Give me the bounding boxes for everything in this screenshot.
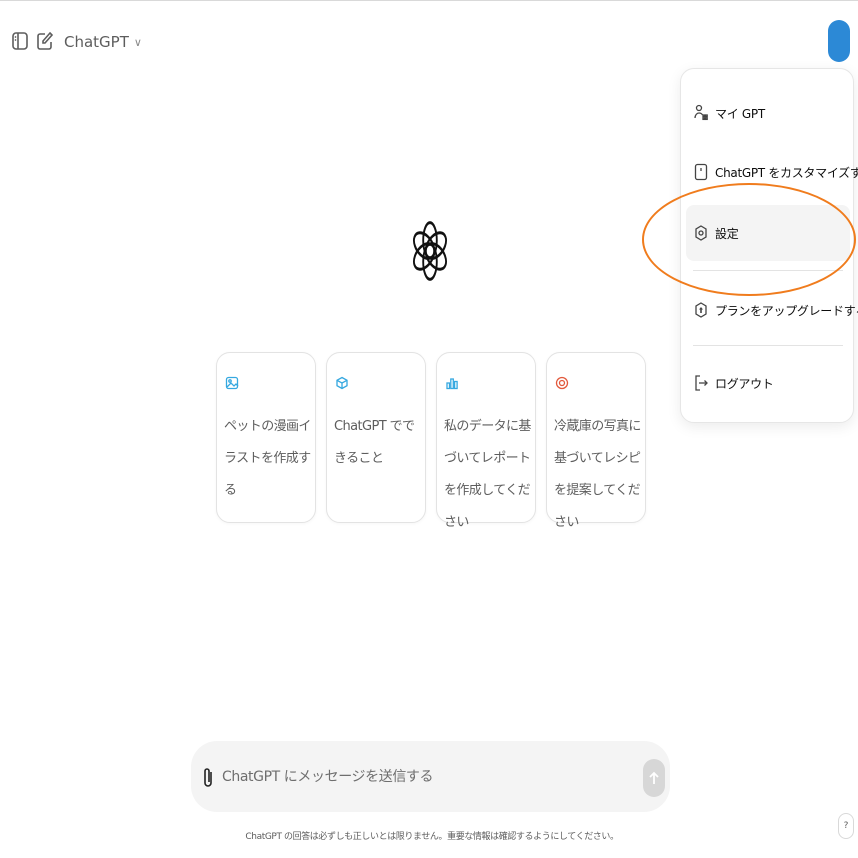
arrow-up-icon (649, 771, 659, 784)
chevron-down-icon: ∨ (133, 35, 142, 49)
user-menu: マイ GPT ChatGPT をカスタマイズする 設定 プランをアップグレードす… (680, 68, 858, 423)
menu-item-label: ChatGPT をカスタマイズする (715, 165, 858, 180)
suggestion-text: ペットの漫画イラストを作成する (224, 419, 311, 498)
model-name: ChatGPT (64, 33, 129, 51)
suggestion-card[interactable]: ChatGPT でできること (326, 352, 426, 523)
image-icon (225, 375, 239, 390)
menu-item-settings[interactable]: 設定 (686, 205, 850, 261)
paperclip-icon[interactable] (201, 766, 215, 790)
cube-icon (335, 375, 349, 390)
suggestion-card[interactable]: ペットの漫画イラストを作成する (216, 352, 316, 523)
menu-item-label: 設定 (715, 226, 739, 241)
logout-icon (694, 374, 708, 392)
suggestion-card[interactable]: 冷蔵庫の写真に基づいてレシピを提案してください (546, 352, 646, 530)
menu-item-customize[interactable]: ChatGPT をカスタマイズする (686, 144, 858, 200)
suggestion-text: 私のデータに基づいてレポートを作成してください (444, 419, 531, 530)
upgrade-icon (694, 301, 708, 319)
suggestion-text: 冷蔵庫の写真に基づいてレシピを提案してください (554, 419, 641, 530)
gear-icon (694, 224, 708, 242)
sidebar-toggle-icon[interactable] (11, 31, 29, 51)
menu-item-label: ログアウト (715, 376, 774, 391)
menu-divider (693, 345, 843, 346)
avatar[interactable] (828, 20, 850, 62)
model-selector[interactable]: ChatGPT ∨ (64, 31, 142, 53)
openai-logo-icon (408, 216, 452, 286)
menu-item-logout[interactable]: ログアウト (686, 355, 850, 411)
suggestion-card[interactable]: 私のデータに基づいてレポートを作成してください (436, 352, 536, 530)
menu-item-upgrade[interactable]: プランをアップグレードする (686, 282, 858, 338)
disclaimer-text: ChatGPT の回答は必ずしも正しいとは限りません。重要な情報は確認するように… (245, 832, 619, 842)
chart-icon (445, 375, 459, 390)
suggestion-text: ChatGPT でできること (334, 419, 415, 466)
menu-divider (693, 270, 843, 271)
menu-item-my-gpt[interactable]: マイ GPT (686, 85, 850, 141)
message-input[interactable] (222, 764, 622, 790)
menu-item-label: プランをアップグレードする (715, 303, 858, 318)
help-button[interactable]: ? (838, 813, 854, 839)
customize-icon (694, 163, 708, 181)
send-button[interactable] (643, 759, 665, 797)
target-icon (555, 375, 569, 390)
top-border (0, 0, 858, 1)
new-chat-icon[interactable] (36, 31, 54, 51)
menu-item-label: マイ GPT (715, 106, 765, 121)
person-grid-icon (694, 104, 708, 122)
